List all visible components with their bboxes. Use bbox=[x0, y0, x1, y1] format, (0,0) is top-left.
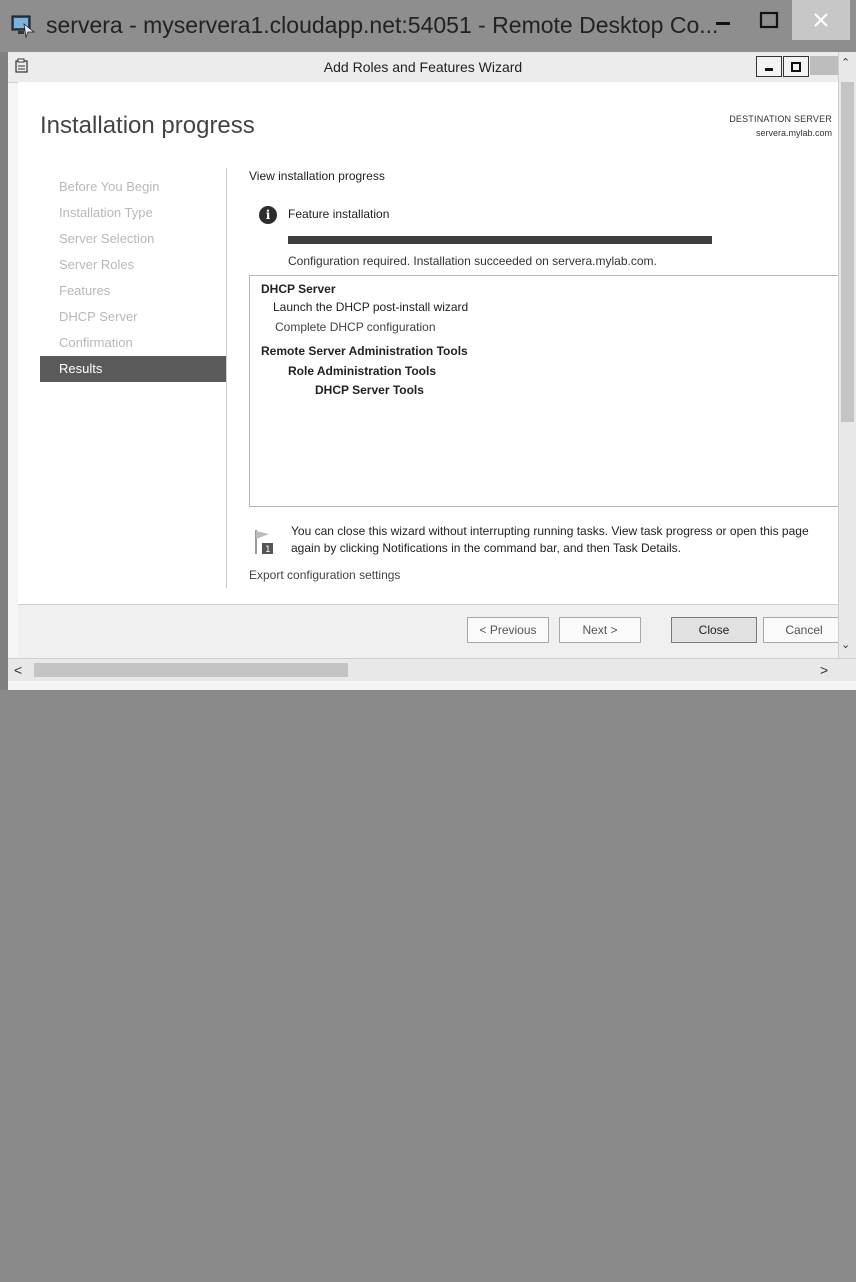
scroll-down-icon[interactable]: ⌄ bbox=[841, 638, 850, 651]
notification-flag-icon: 1 bbox=[255, 530, 273, 555]
wizard-titlebar[interactable]: Add Roles and Features Wizard bbox=[8, 52, 838, 83]
page-title: Installation progress bbox=[40, 112, 255, 139]
resize-grip-icon[interactable]: ⋱ bbox=[840, 1271, 850, 1282]
step-features[interactable]: Features bbox=[40, 278, 226, 304]
horizontal-scrollbar[interactable]: < > ⋱ bbox=[8, 658, 856, 1282]
cancel-button[interactable]: Cancel bbox=[763, 617, 845, 643]
wizard-steps-nav: Before You Begin Installation Type Serve… bbox=[40, 174, 226, 382]
result-rsat: Remote Server Administration Tools bbox=[261, 344, 468, 358]
wizard-close-button[interactable] bbox=[810, 56, 838, 75]
wizard-footer: < Previous Next > Close Cancel bbox=[18, 604, 845, 659]
step-server-roles[interactable]: Server Roles bbox=[40, 252, 226, 278]
horizontal-scroll-thumb[interactable] bbox=[34, 663, 348, 677]
vertical-scrollbar[interactable]: ⌃ ⌄ bbox=[838, 52, 856, 658]
close-icon bbox=[814, 13, 828, 27]
rdp-maximize-button[interactable] bbox=[746, 0, 792, 40]
maximize-icon bbox=[791, 61, 801, 72]
progress-bar bbox=[288, 236, 712, 244]
rdp-titlebar[interactable]: servera - myservera1.cloudapp.net:54051 … bbox=[0, 0, 856, 52]
result-dhcp-server-tools: DHCP Server Tools bbox=[315, 383, 424, 397]
export-configuration-link[interactable]: Export configuration settings bbox=[249, 568, 400, 582]
remote-desktop-window: servera - myservera1.cloudapp.net:54051 … bbox=[0, 0, 856, 1282]
wizard-content: Installation progress DESTINATION SERVER… bbox=[18, 82, 845, 659]
feature-installation-label: Feature installation bbox=[288, 207, 390, 221]
minimize-icon bbox=[716, 22, 730, 25]
rdp-close-button[interactable] bbox=[792, 0, 850, 40]
wizard-window: Add Roles and Features Wizard Installati… bbox=[8, 52, 856, 1282]
previous-button[interactable]: < Previous bbox=[467, 617, 549, 643]
step-dhcp-server[interactable]: DHCP Server bbox=[40, 304, 226, 330]
scroll-right-icon[interactable]: > bbox=[820, 662, 828, 678]
rdp-minimize-button[interactable] bbox=[700, 0, 746, 40]
close-button[interactable]: Close bbox=[671, 617, 757, 643]
destination-server: DESTINATION SERVER servera.mylab.com bbox=[729, 112, 832, 140]
scroll-left-icon[interactable]: < bbox=[14, 662, 22, 678]
nav-divider bbox=[226, 168, 227, 588]
step-server-selection[interactable]: Server Selection bbox=[40, 226, 226, 252]
wizard-maximize-button[interactable] bbox=[783, 56, 809, 77]
destination-label: DESTINATION SERVER bbox=[729, 114, 832, 124]
remote-desktop-icon bbox=[11, 15, 36, 38]
vertical-scroll-thumb[interactable] bbox=[841, 82, 854, 422]
wizard-minimize-button[interactable] bbox=[756, 56, 782, 77]
next-button[interactable]: Next > bbox=[559, 617, 641, 643]
step-installation-type[interactable]: Installation Type bbox=[40, 200, 226, 226]
result-dhcp-server: DHCP Server bbox=[261, 282, 336, 296]
destination-server-name: servera.mylab.com bbox=[755, 128, 832, 138]
result-role-admin-tools: Role Administration Tools bbox=[288, 364, 437, 378]
close-wizard-note: You can close this wizard without interr… bbox=[291, 524, 809, 555]
result-launch-post-install: Launch the DHCP post-install wizard bbox=[273, 300, 469, 314]
wizard-window-title: Add Roles and Features Wizard bbox=[323, 59, 523, 75]
info-icon: i bbox=[259, 206, 277, 224]
scroll-up-icon[interactable]: ⌃ bbox=[841, 56, 850, 69]
complete-dhcp-configuration-link[interactable]: Complete DHCP configuration bbox=[275, 320, 436, 334]
results-list: DHCP Server Launch the DHCP post-install… bbox=[249, 275, 839, 507]
step-results[interactable]: Results bbox=[40, 356, 226, 382]
step-before-you-begin[interactable]: Before You Begin bbox=[40, 174, 226, 200]
installation-status: Configuration required. Installation suc… bbox=[288, 254, 657, 268]
maximize-icon bbox=[759, 11, 779, 29]
step-confirmation[interactable]: Confirmation bbox=[40, 330, 226, 356]
minimize-icon bbox=[765, 67, 773, 71]
svg-text:1: 1 bbox=[265, 545, 271, 555]
section-heading: View installation progress bbox=[249, 169, 385, 183]
rdp-title: servera - myservera1.cloudapp.net:54051 … bbox=[46, 12, 719, 38]
